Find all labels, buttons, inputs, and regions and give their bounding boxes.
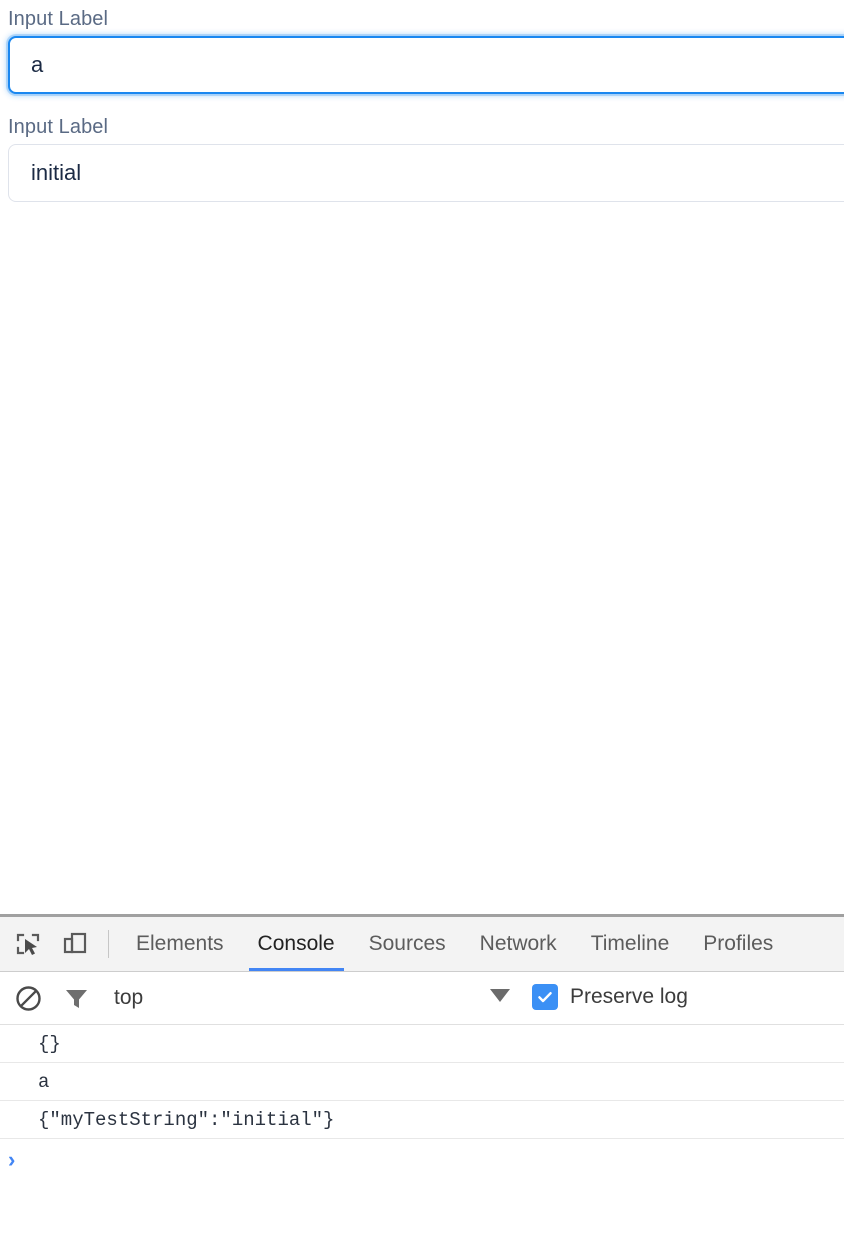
web-page-viewport: Input Label Input Label <box>0 0 844 914</box>
input-field-group-1: Input Label <box>0 0 844 94</box>
console-message: {"myTestString":"initial"} <box>0 1101 844 1139</box>
tab-profiles[interactable]: Profiles <box>686 917 790 971</box>
tab-timeline[interactable]: Timeline <box>574 917 687 971</box>
console-message-list: {} a {"myTestString":"initial"} › <box>0 1025 844 1181</box>
preserve-log-label: Preserve log <box>570 985 688 1008</box>
tab-sources[interactable]: Sources <box>352 917 463 971</box>
console-message: {} <box>0 1025 844 1063</box>
devtools-panel: Elements Console Sources Network Timelin… <box>0 914 844 1246</box>
inspect-element-icon[interactable] <box>9 925 47 963</box>
console-filter-bar: top Preserve log <box>0 972 844 1025</box>
console-input[interactable] <box>15 1148 844 1172</box>
preserve-log-toggle[interactable]: Preserve log <box>532 984 688 1010</box>
input-field-group-2: Input Label <box>0 108 844 202</box>
text-input-1[interactable] <box>8 36 844 94</box>
execution-context-selector[interactable]: top <box>114 986 143 1010</box>
clear-console-icon[interactable] <box>8 978 48 1018</box>
console-message: a <box>0 1063 844 1101</box>
preserve-log-checkbox[interactable] <box>532 984 558 1010</box>
chevron-down-icon[interactable] <box>490 989 510 1002</box>
filter-icon[interactable] <box>56 978 96 1018</box>
toolbar-divider <box>108 930 109 958</box>
text-input-2[interactable] <box>8 144 844 202</box>
input-label-1: Input Label <box>8 8 109 30</box>
chevron-right-icon: › <box>8 1147 16 1172</box>
console-prompt[interactable]: › <box>0 1139 844 1181</box>
device-toolbar-icon[interactable] <box>56 925 94 963</box>
input-label-2: Input Label <box>8 116 109 138</box>
devtools-tabbar: Elements Console Sources Network Timelin… <box>0 917 844 972</box>
tab-network[interactable]: Network <box>463 917 574 971</box>
tab-console[interactable]: Console <box>241 917 352 971</box>
tab-elements[interactable]: Elements <box>119 917 241 971</box>
